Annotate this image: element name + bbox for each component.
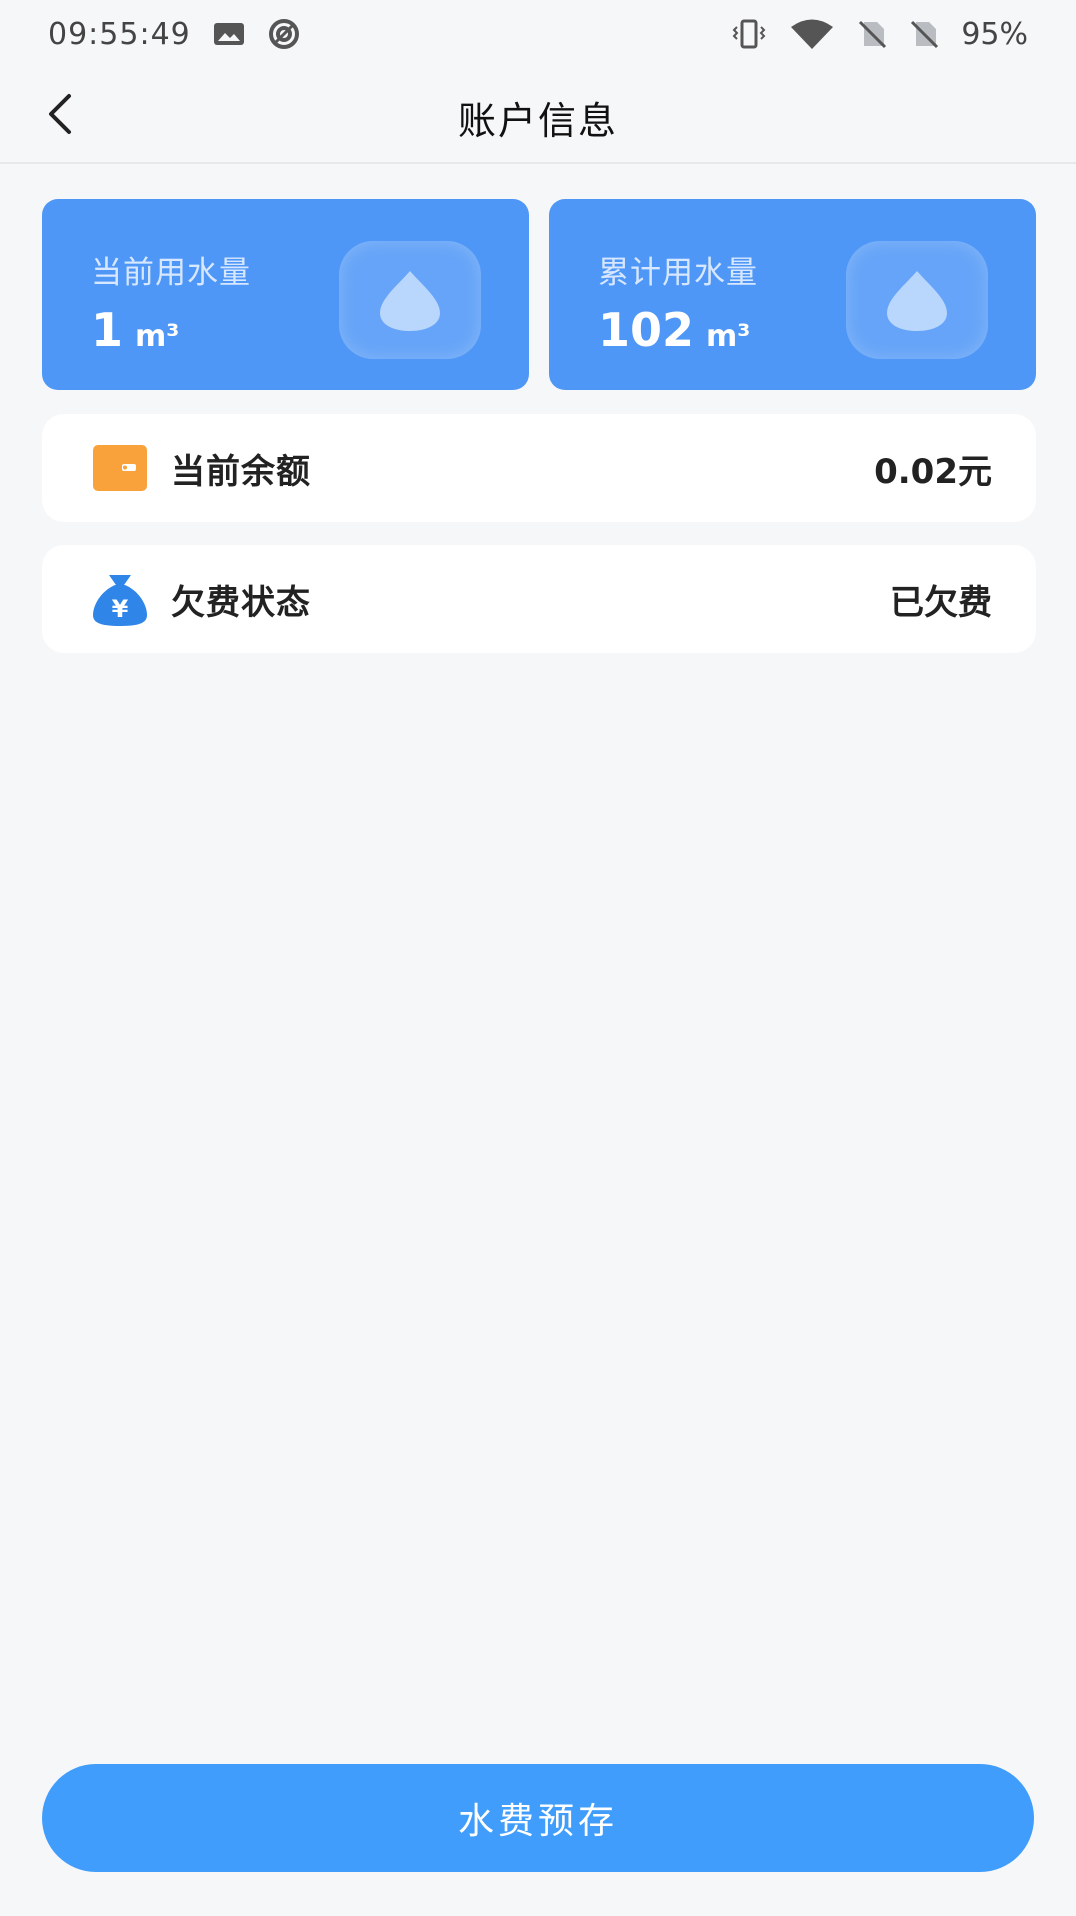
battery-level: 95% — [961, 16, 1028, 52]
arrears-value: 已欠费 — [890, 582, 992, 623]
current-usage-value-row: 1 m³ — [91, 303, 179, 357]
total-usage-unit: m³ — [706, 319, 751, 354]
status-bar: 09:55:49 95% — [0, 0, 1076, 68]
page-title: 账户信息 — [457, 99, 618, 143]
sim-off-icon — [909, 19, 939, 49]
balance-value: 0.02元 — [874, 451, 992, 492]
image-icon — [213, 20, 245, 48]
prepay-button[interactable]: 水费预存 — [42, 1764, 1034, 1872]
total-usage-value: 102 — [598, 303, 695, 357]
status-left: 09:55:49 — [48, 17, 301, 52]
usage-cards: 当前用水量 1 m³ 累计用水量 102 m³ — [42, 199, 1036, 390]
total-usage-card: 累计用水量 102 m³ — [549, 199, 1036, 390]
wallet-icon — [91, 439, 149, 497]
money-bag-icon: ¥ — [91, 570, 149, 628]
water-drop-icon — [846, 241, 988, 359]
status-right: 95% — [731, 17, 1028, 52]
sim-off-icon — [857, 19, 887, 49]
current-usage-value: 1 — [91, 303, 124, 357]
current-usage-label: 当前用水量 — [91, 255, 251, 291]
total-usage-value-row: 102 m³ — [598, 303, 750, 357]
balance-row: 当前余额 0.02元 — [42, 414, 1036, 522]
wifi-icon — [789, 18, 835, 50]
arrears-label: 欠费状态 — [171, 582, 311, 623]
status-time: 09:55:49 — [48, 16, 191, 52]
balance-label: 当前余额 — [171, 451, 311, 492]
current-usage-card: 当前用水量 1 m³ — [42, 199, 529, 390]
total-usage-label: 累计用水量 — [598, 255, 758, 291]
arrears-row: ¥ 欠费状态 已欠费 — [42, 545, 1036, 653]
water-drop-icon — [339, 241, 481, 359]
vibrate-icon — [731, 19, 767, 49]
current-usage-unit: m³ — [135, 319, 180, 354]
sync-icon — [267, 17, 301, 51]
nav-bar: 账户信息 — [0, 68, 1076, 164]
svg-text:¥: ¥ — [112, 595, 129, 623]
